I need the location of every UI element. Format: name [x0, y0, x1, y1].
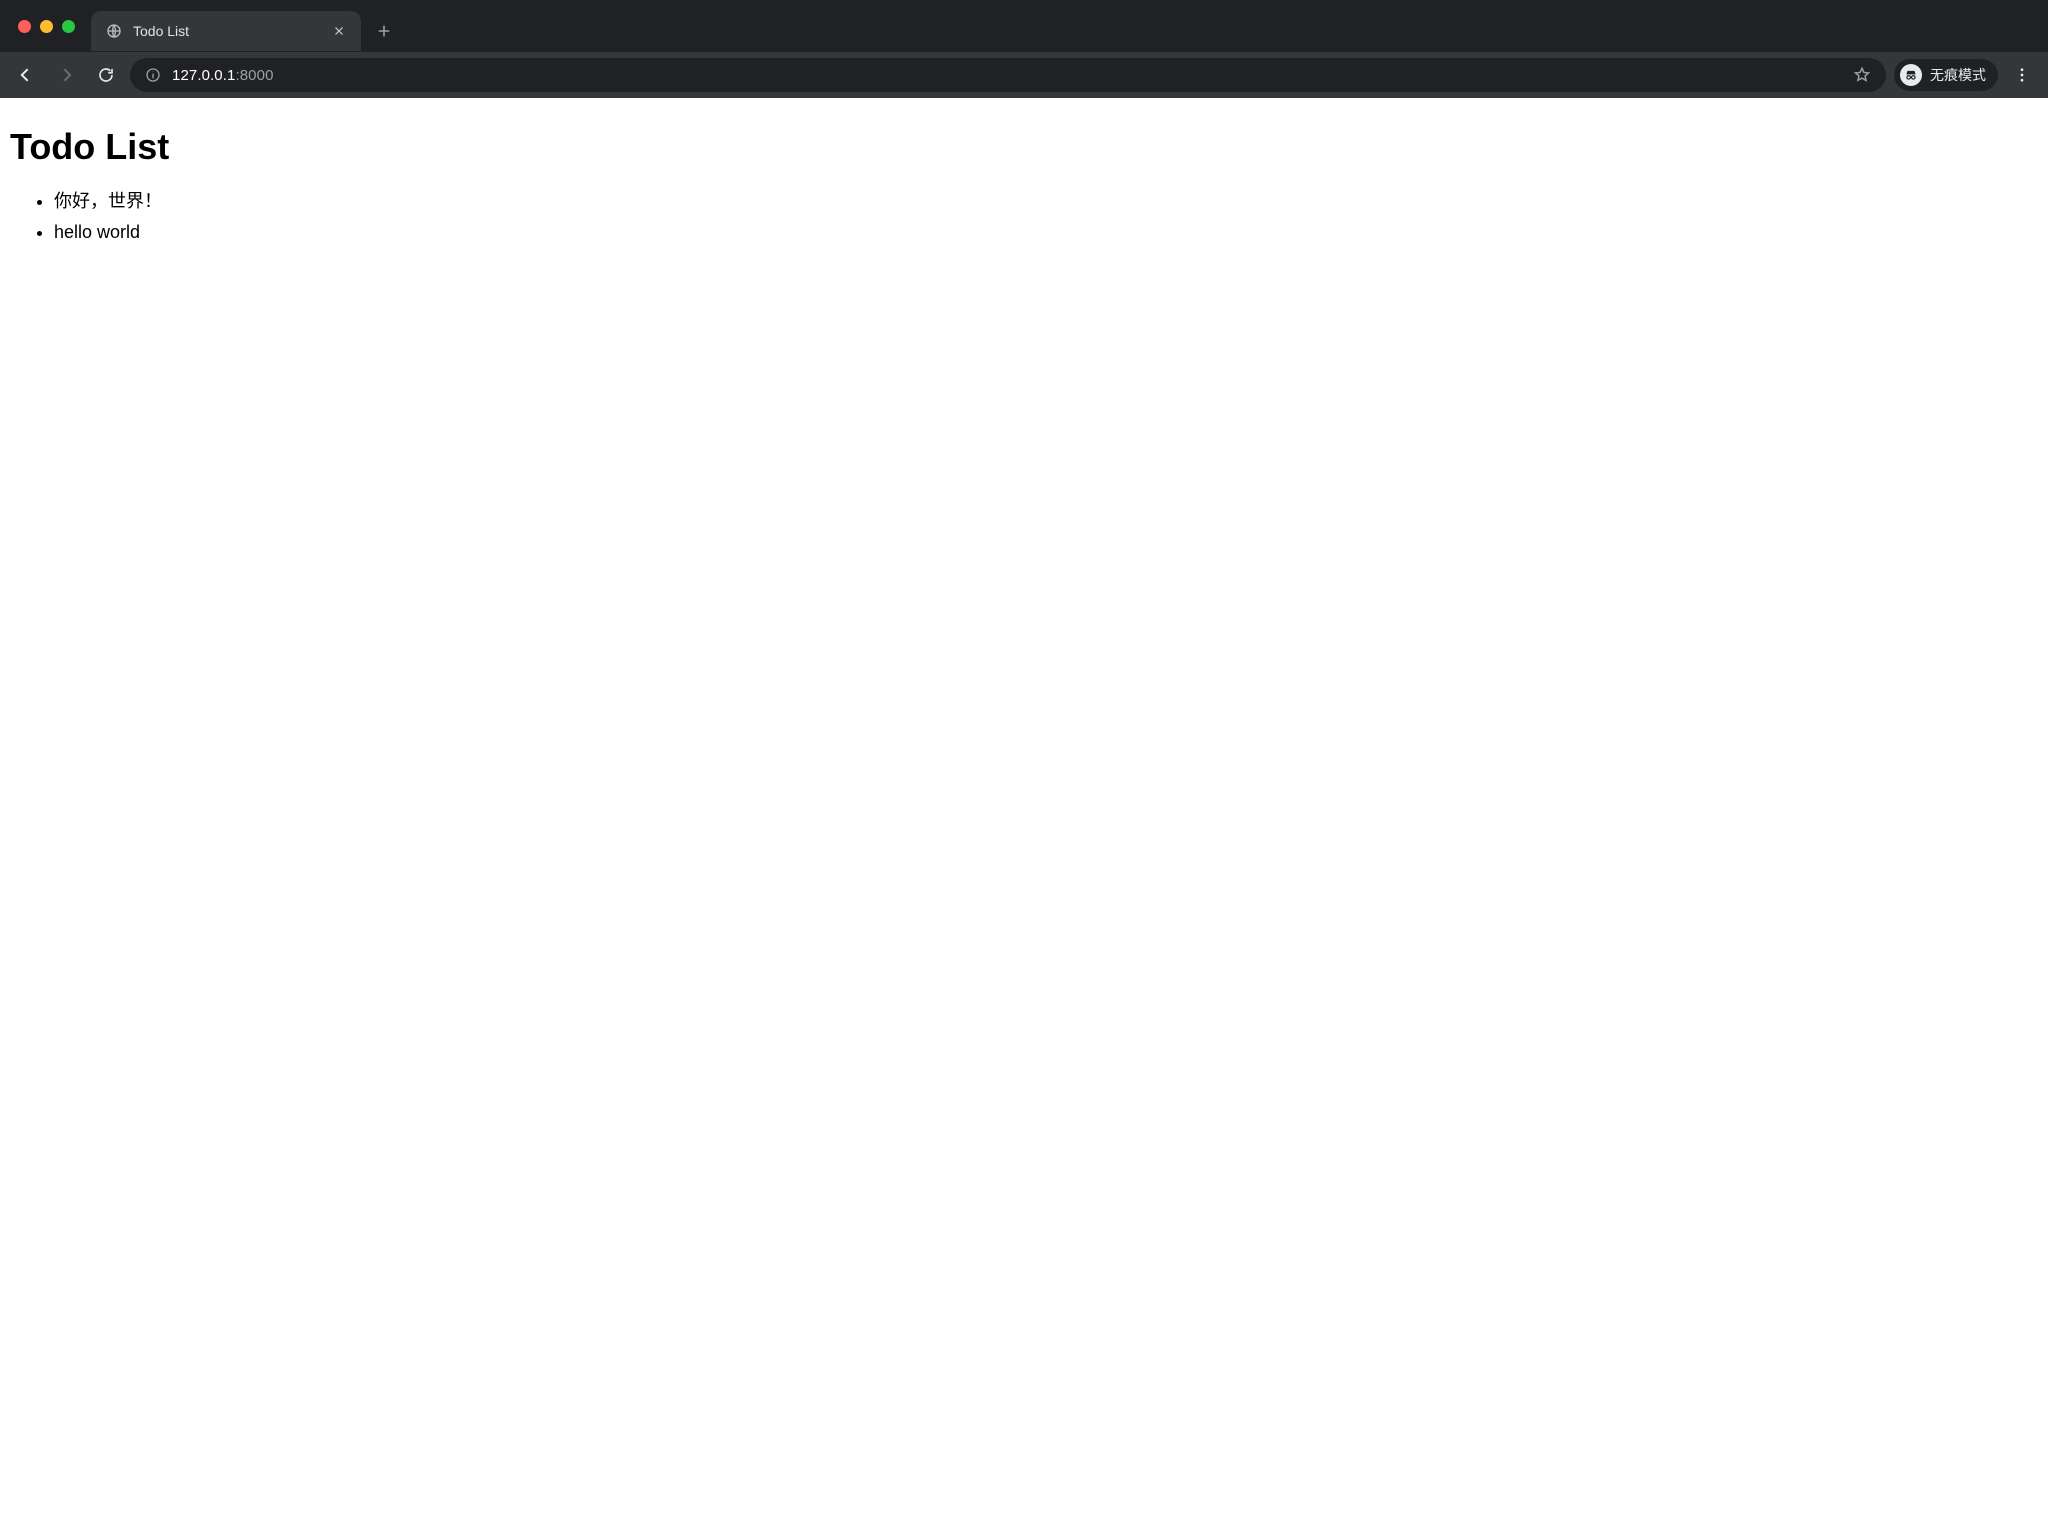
- list-item: 你好，世界！: [54, 186, 2038, 217]
- window-close-button[interactable]: [18, 20, 31, 33]
- url-port: :8000: [235, 67, 273, 84]
- incognito-icon: [1900, 64, 1922, 86]
- new-tab-button[interactable]: [369, 16, 399, 46]
- tab-title: Todo List: [133, 23, 321, 39]
- back-button[interactable]: [10, 59, 42, 91]
- window-maximize-button[interactable]: [62, 20, 75, 33]
- todo-list: 你好，世界！ hello world: [10, 186, 2038, 247]
- url-text: 127.0.0.1:8000: [172, 67, 1842, 84]
- page-heading: Todo List: [10, 126, 2038, 168]
- browser-toolbar: 127.0.0.1:8000 无痕模式: [0, 52, 2048, 98]
- incognito-label: 无痕模式: [1930, 65, 1986, 85]
- url-host: 127.0.0.1: [172, 67, 235, 84]
- window-minimize-button[interactable]: [40, 20, 53, 33]
- close-tab-button[interactable]: [331, 23, 347, 39]
- reload-button[interactable]: [90, 59, 122, 91]
- forward-button[interactable]: [50, 59, 82, 91]
- browser-menu-button[interactable]: [2006, 59, 2038, 91]
- site-info-icon[interactable]: [144, 66, 162, 84]
- page-content: Todo List 你好，世界！ hello world: [0, 98, 2048, 265]
- browser-tab[interactable]: Todo List: [91, 11, 361, 51]
- list-item: hello world: [54, 217, 2038, 248]
- incognito-indicator[interactable]: 无痕模式: [1894, 59, 1998, 91]
- bookmark-star-icon[interactable]: [1852, 65, 1872, 85]
- window-controls: [12, 20, 83, 33]
- tab-strip: Todo List: [0, 0, 2048, 52]
- address-bar[interactable]: 127.0.0.1:8000: [130, 58, 1886, 92]
- globe-icon: [105, 22, 123, 40]
- browser-chrome: Todo List: [0, 0, 2048, 98]
